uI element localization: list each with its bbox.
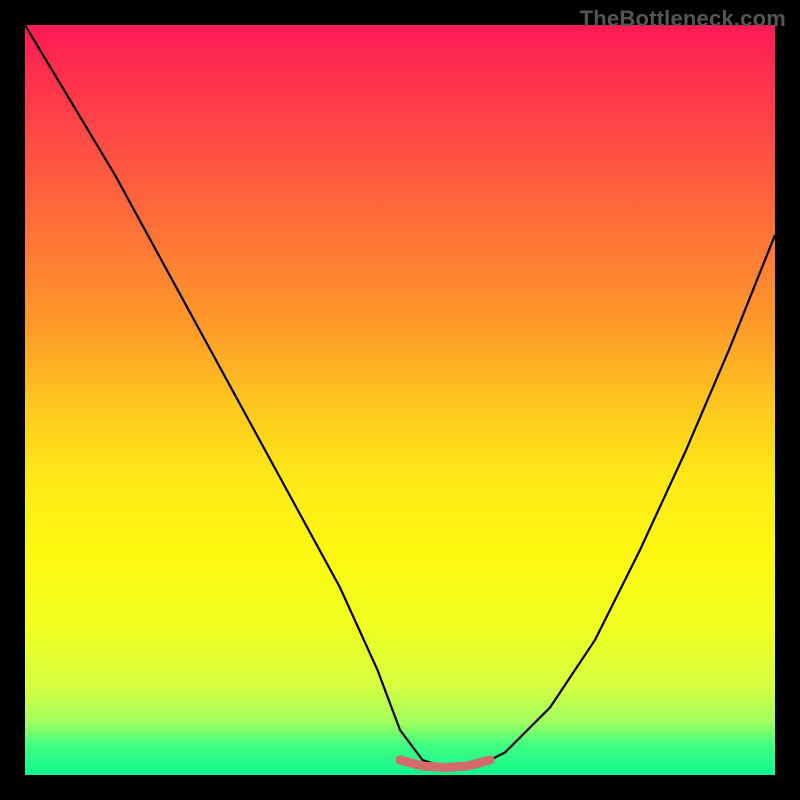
- highlight-segment: [400, 760, 490, 768]
- plot-area: [25, 25, 775, 775]
- chart-svg: [25, 25, 775, 775]
- main-curve: [25, 25, 775, 768]
- watermark-text: TheBottleneck.com: [580, 6, 786, 32]
